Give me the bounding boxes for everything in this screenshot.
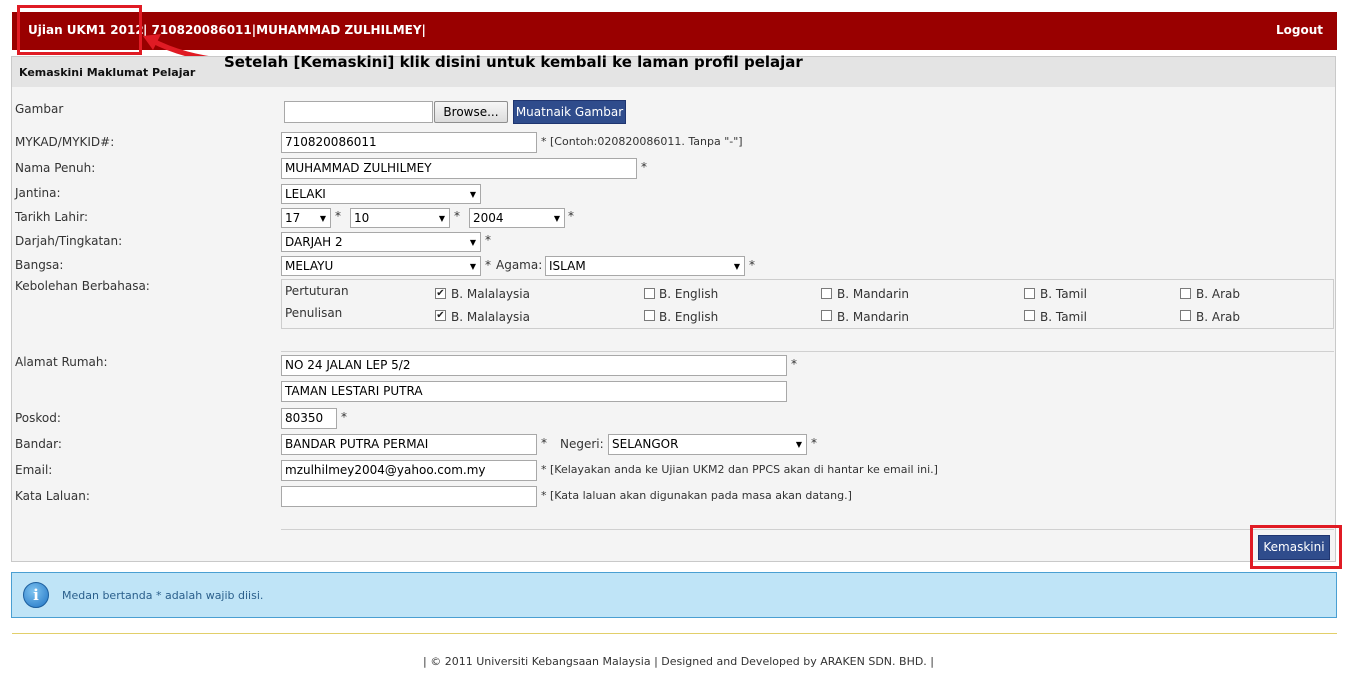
checkbox-pertuturan-english[interactable] bbox=[644, 288, 655, 299]
negeri-select[interactable]: SELANGOR ▼ bbox=[608, 434, 807, 455]
month-select[interactable]: 10 ▼ bbox=[350, 208, 450, 228]
row-label-pertuturan: Pertuturan bbox=[285, 284, 349, 298]
chevron-down-icon: ▼ bbox=[319, 214, 326, 223]
chevron-down-icon: ▼ bbox=[438, 214, 445, 223]
label-agama: Agama: bbox=[496, 258, 543, 272]
mykad-note: * [Contoh:020820086011. Tanpa "-"] bbox=[541, 135, 743, 148]
checkbox-label: B. Tamil bbox=[1040, 287, 1087, 301]
nama-required: * bbox=[641, 160, 647, 174]
jantina-select[interactable]: LELAKI ▼ bbox=[281, 184, 481, 204]
browse-button[interactable]: Browse... bbox=[434, 101, 508, 123]
checkbox-pertuturan-malaysia[interactable]: ✔ bbox=[435, 288, 446, 299]
checkbox-label: B. Malalaysia bbox=[451, 287, 530, 301]
label-alamat: Alamat Rumah: bbox=[15, 355, 108, 369]
info-icon: i bbox=[23, 582, 49, 608]
year-value: 2004 bbox=[473, 211, 504, 225]
darjah-select[interactable]: DARJAH 2 ▼ bbox=[281, 232, 481, 252]
label-mykad: MYKAD/MYKID#: bbox=[15, 135, 115, 149]
negeri-value: SELANGOR bbox=[612, 437, 679, 451]
chevron-down-icon: ▼ bbox=[469, 262, 476, 271]
label-tarikh: Tarikh Lahir: bbox=[15, 210, 89, 224]
day-required: * bbox=[335, 209, 341, 223]
password-note: * [Kata laluan akan digunakan pada masa … bbox=[541, 489, 852, 502]
checkbox-label: B. English bbox=[659, 287, 719, 301]
jantina-value: LELAKI bbox=[285, 187, 326, 201]
label-bandar: Bandar: bbox=[15, 437, 62, 451]
day-value: 17 bbox=[285, 211, 301, 225]
checkbox-penulisan-english[interactable] bbox=[644, 310, 655, 321]
label-darjah: Darjah/Tingkatan: bbox=[15, 234, 123, 248]
gambar-file-input[interactable] bbox=[284, 101, 433, 123]
darjah-required: * bbox=[485, 233, 491, 247]
kemaskini-button[interactable]: Kemaskini bbox=[1258, 535, 1330, 560]
checkbox-pertuturan-tamil[interactable] bbox=[1024, 288, 1035, 299]
logout-link[interactable]: Logout bbox=[1276, 23, 1323, 37]
checkbox-label: B. Malalaysia bbox=[451, 310, 530, 324]
divider bbox=[281, 529, 1334, 530]
bandar-required: * bbox=[541, 436, 547, 450]
chevron-down-icon: ▼ bbox=[469, 190, 476, 199]
label-bangsa: Bangsa: bbox=[15, 258, 64, 272]
panel-title: Kemaskini Maklumat Pelajar bbox=[19, 66, 196, 79]
checkbox-label: B. Arab bbox=[1196, 287, 1240, 301]
label-kata-laluan: Kata Laluan: bbox=[15, 489, 90, 503]
label-poskod: Poskod: bbox=[15, 411, 61, 425]
checkbox-pertuturan-mandarin[interactable] bbox=[821, 288, 832, 299]
checkbox-penulisan-tamil[interactable] bbox=[1024, 310, 1035, 321]
label-negeri: Negeri: bbox=[560, 437, 604, 451]
bandar-field[interactable]: BANDAR PUTRA PERMAI bbox=[281, 434, 537, 455]
highlight-box-title bbox=[17, 5, 142, 55]
label-jantina: Jantina: bbox=[15, 186, 61, 200]
darjah-value: DARJAH 2 bbox=[285, 235, 343, 249]
email-field[interactable]: mzulhilmey2004@yahoo.com.my bbox=[281, 460, 537, 481]
nama-field[interactable]: MUHAMMAD ZULHILMEY bbox=[281, 158, 637, 179]
checkbox-label: B. English bbox=[659, 310, 719, 324]
year-required: * bbox=[568, 209, 574, 223]
checkbox-pertuturan-arab[interactable] bbox=[1180, 288, 1191, 299]
month-required: * bbox=[454, 209, 460, 223]
checkbox-penulisan-mandarin[interactable] bbox=[821, 310, 832, 321]
footer-text: | © 2011 Universiti Kebangsaan Malaysia … bbox=[423, 655, 935, 668]
bangsa-required: * bbox=[485, 258, 491, 272]
negeri-required: * bbox=[811, 436, 817, 450]
chevron-down-icon: ▼ bbox=[733, 262, 740, 271]
agama-required: * bbox=[749, 258, 755, 272]
checkbox-penulisan-malaysia[interactable]: ✔ bbox=[435, 310, 446, 321]
bangsa-select[interactable]: MELAYU ▼ bbox=[281, 256, 481, 276]
checkbox-label: B. Arab bbox=[1196, 310, 1240, 324]
alamat-line1-field[interactable]: NO 24 JALAN LEP 5/2 bbox=[281, 355, 787, 376]
info-text: Medan bertanda * adalah wajib diisi. bbox=[62, 589, 264, 602]
mykad-field[interactable]: 710820086011 bbox=[281, 132, 537, 153]
alamat-required: * bbox=[791, 357, 797, 371]
upload-image-button[interactable]: Muatnaik Gambar bbox=[513, 100, 626, 124]
chevron-down-icon: ▼ bbox=[795, 440, 802, 449]
label-bahasa: Kebolehan Berbahasa: bbox=[15, 279, 150, 293]
chevron-down-icon: ▼ bbox=[553, 214, 560, 223]
email-note: * [Kelayakan anda ke Ujian UKM2 dan PPCS… bbox=[541, 463, 938, 476]
day-select[interactable]: 17 ▼ bbox=[281, 208, 331, 228]
checkbox-label: B. Tamil bbox=[1040, 310, 1087, 324]
footer-divider bbox=[12, 633, 1337, 634]
agama-select[interactable]: ISLAM ▼ bbox=[545, 256, 745, 276]
label-nama: Nama Penuh: bbox=[15, 161, 96, 175]
poskod-field[interactable]: 80350 bbox=[281, 408, 337, 429]
agama-value: ISLAM bbox=[549, 259, 586, 273]
row-label-penulisan: Penulisan bbox=[285, 306, 343, 320]
annotation-text: Setelah [Kemaskini] klik disini untuk ke… bbox=[224, 53, 803, 71]
bangsa-value: MELAYU bbox=[285, 259, 334, 273]
password-field[interactable] bbox=[281, 486, 537, 507]
month-value: 10 bbox=[354, 211, 370, 225]
chevron-down-icon: ▼ bbox=[469, 238, 476, 247]
alamat-line2-field[interactable]: TAMAN LESTARI PUTRA bbox=[281, 381, 787, 402]
checkbox-label: B. Mandarin bbox=[837, 287, 910, 301]
label-gambar: Gambar bbox=[15, 102, 64, 116]
divider bbox=[281, 351, 1334, 352]
poskod-required: * bbox=[341, 410, 347, 424]
label-email: Email: bbox=[15, 463, 53, 477]
checkbox-label: B. Mandarin bbox=[837, 310, 910, 324]
checkbox-penulisan-arab[interactable] bbox=[1180, 310, 1191, 321]
language-table bbox=[281, 279, 1334, 329]
year-select[interactable]: 2004 ▼ bbox=[469, 208, 565, 228]
